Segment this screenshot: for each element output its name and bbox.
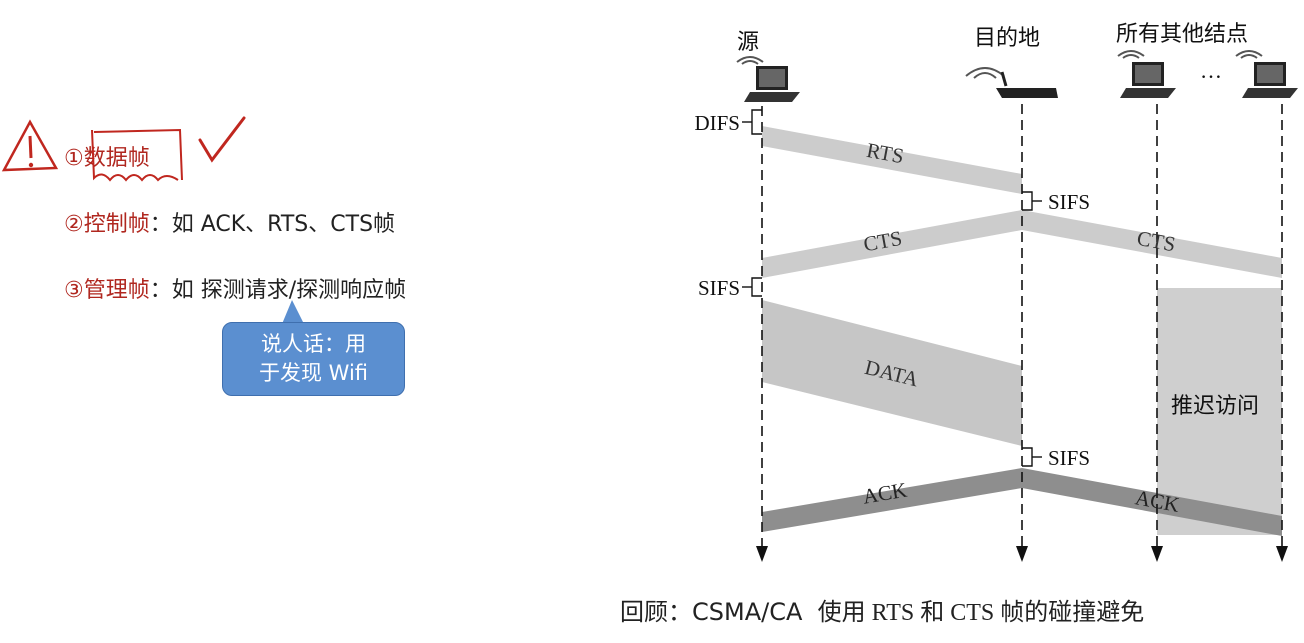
difs-bracket [751, 109, 762, 135]
sifs-label-destination: SIFS [1048, 446, 1090, 470]
ellipsis-label: … [1200, 58, 1222, 83]
destination-node-label: 目的地 [974, 25, 1041, 50]
source-node-label: 源 [737, 29, 760, 54]
timeline-arrow [1276, 546, 1288, 562]
rts-cts-timing-diagram: RTS CTS CTS DATA ACK ACK DIFS SIFS SIFS … [694, 50, 1298, 562]
defer-access-label: 推迟访问 [1171, 394, 1260, 419]
footer-caption: 回顾：CSMA/CA 使用 RTS 和 CTS 帧的碰撞避免 [620, 592, 1144, 627]
source-laptop-icon [736, 56, 800, 102]
sifs-bracket [1022, 447, 1033, 467]
timeline-arrow [1151, 546, 1163, 562]
footer-prefix: 回顾：CSMA/CA [620, 598, 803, 626]
footer-text: 使用 RTS 和 CTS 帧的碰撞避免 [817, 600, 1145, 626]
timeline-arrow [756, 546, 768, 562]
sifs-bracket [751, 277, 762, 297]
timeline-arrow [1016, 546, 1028, 562]
sifs-bracket [1022, 191, 1033, 211]
other-nodes-label: 所有其他结点 [1116, 21, 1249, 46]
other-node-laptop-icon [1235, 50, 1298, 98]
sifs-label-destination: SIFS [1048, 190, 1090, 214]
sifs-label-source: SIFS [698, 276, 740, 300]
router-icon [965, 67, 1058, 98]
difs-label: DIFS [694, 111, 740, 135]
other-node-laptop-icon [1117, 50, 1176, 98]
